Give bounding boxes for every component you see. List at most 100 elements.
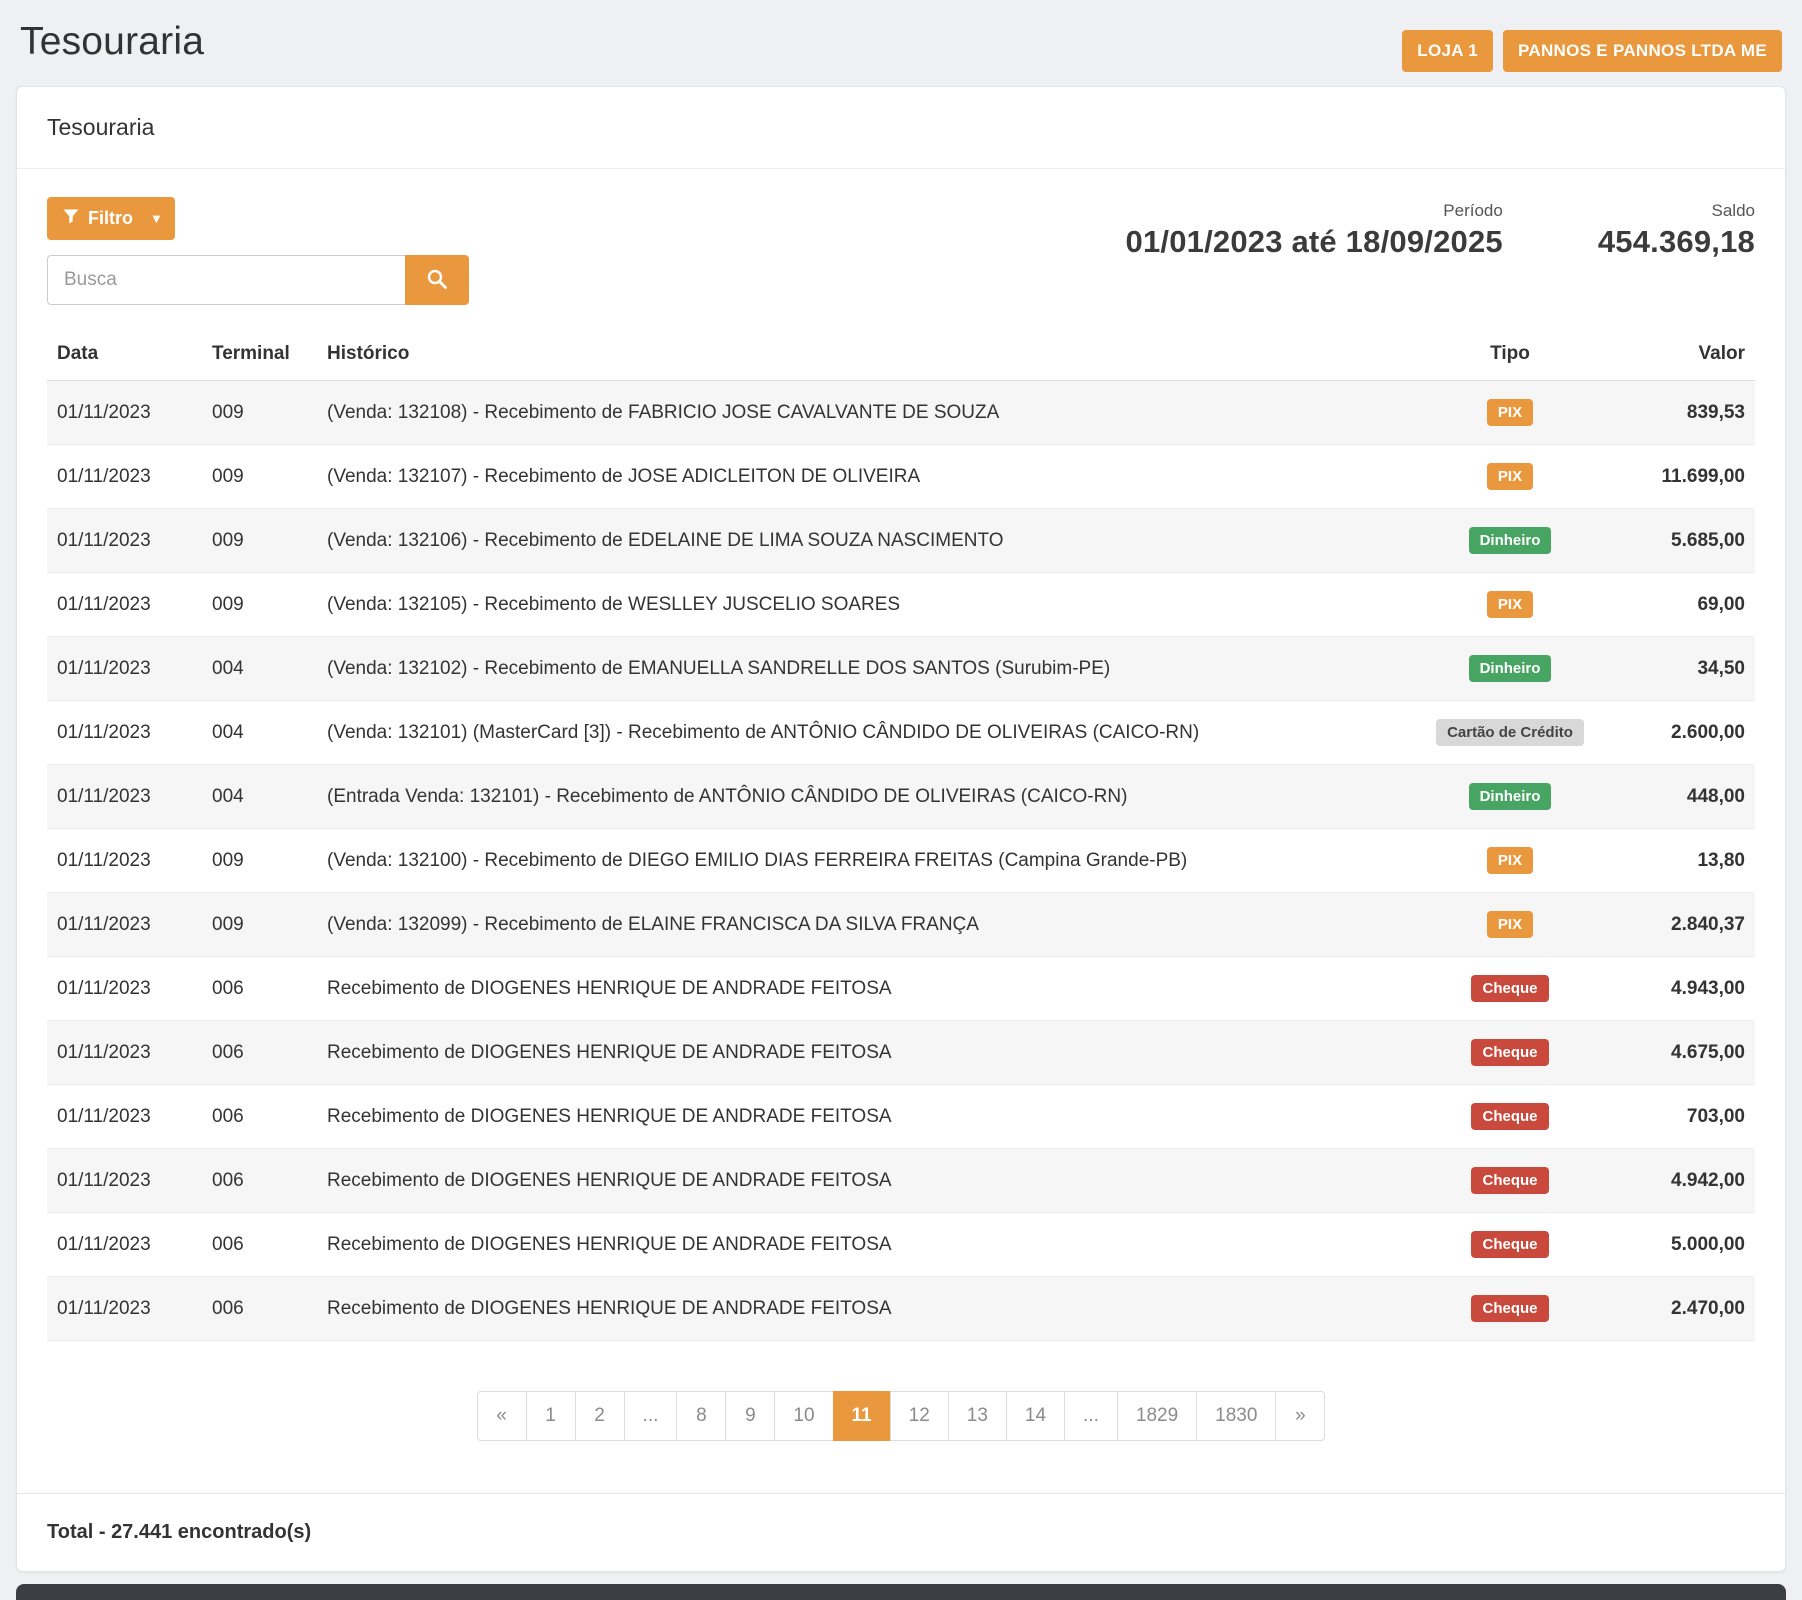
total-count: Total - 27.441 encontrado(s)	[17, 1493, 1785, 1571]
cell-historico: (Entrada Venda: 132101) - Recebimento de…	[317, 765, 1405, 829]
page-button[interactable]: 1	[526, 1391, 576, 1441]
column-header-tipo: Tipo	[1405, 327, 1615, 381]
search-button[interactable]	[405, 255, 469, 305]
table-header-row: Data Terminal Histórico Tipo Valor	[47, 327, 1755, 381]
table-row: 01/11/2023009(Venda: 132106) - Recebimen…	[47, 509, 1755, 573]
cell-valor: 839,53	[1615, 381, 1755, 445]
cell-tipo: PIX	[1405, 893, 1615, 957]
cell-data: 01/11/2023	[47, 701, 202, 765]
cell-tipo: Cheque	[1405, 957, 1615, 1021]
cell-tipo: PIX	[1405, 381, 1615, 445]
summary-stats: Período 01/01/2023 até 18/09/2025 Saldo …	[1126, 201, 1756, 305]
cell-data: 01/11/2023	[47, 1149, 202, 1213]
cell-tipo: Cheque	[1405, 1149, 1615, 1213]
cell-data: 01/11/2023	[47, 573, 202, 637]
search-icon	[426, 268, 448, 293]
page-prev-button[interactable]: «	[477, 1391, 527, 1441]
cell-valor: 4.942,00	[1615, 1149, 1755, 1213]
cell-terminal: 004	[202, 765, 317, 829]
cell-valor: 703,00	[1615, 1085, 1755, 1149]
tipo-badge: Cheque	[1471, 1167, 1548, 1194]
cell-terminal: 009	[202, 829, 317, 893]
store-button[interactable]: LOJA 1	[1402, 30, 1493, 72]
page-button[interactable]: 10	[774, 1391, 833, 1441]
cell-data: 01/11/2023	[47, 1021, 202, 1085]
cell-valor: 13,80	[1615, 829, 1755, 893]
filter-button[interactable]: Filtro ▼	[47, 197, 175, 240]
cell-tipo: Dinheiro	[1405, 637, 1615, 701]
tipo-badge: PIX	[1487, 847, 1533, 874]
column-header-valor: Valor	[1615, 327, 1755, 381]
cell-terminal: 006	[202, 1277, 317, 1341]
page-button[interactable]: 13	[948, 1391, 1007, 1441]
cell-tipo: Cheque	[1405, 1213, 1615, 1277]
cell-terminal: 009	[202, 445, 317, 509]
cell-valor: 34,50	[1615, 637, 1755, 701]
cell-historico: (Venda: 132105) - Recebimento de WESLLEY…	[317, 573, 1405, 637]
cell-terminal: 006	[202, 1085, 317, 1149]
table-row: 01/11/2023006Recebimento de DIOGENES HEN…	[47, 957, 1755, 1021]
cell-data: 01/11/2023	[47, 509, 202, 573]
cell-tipo: Cheque	[1405, 1021, 1615, 1085]
page-button[interactable]: 11	[833, 1391, 891, 1441]
cell-terminal: 004	[202, 701, 317, 765]
cell-data: 01/11/2023	[47, 893, 202, 957]
cell-historico: Recebimento de DIOGENES HENRIQUE DE ANDR…	[317, 1277, 1405, 1341]
top-header: Tesouraria LOJA 1 PANNOS E PANNOS LTDA M…	[16, 14, 1786, 86]
page-next-button[interactable]: »	[1275, 1391, 1325, 1441]
page-button[interactable]: 9	[725, 1391, 775, 1441]
cell-valor: 2.600,00	[1615, 701, 1755, 765]
page-ellipsis: ...	[624, 1391, 678, 1441]
cell-tipo: Cartão de Crédito	[1405, 701, 1615, 765]
cell-valor: 4.675,00	[1615, 1021, 1755, 1085]
cell-historico: (Venda: 132106) - Recebimento de EDELAIN…	[317, 509, 1405, 573]
search-group	[47, 255, 469, 305]
cell-data: 01/11/2023	[47, 1085, 202, 1149]
cell-data: 01/11/2023	[47, 637, 202, 701]
table-row: 01/11/2023006Recebimento de DIOGENES HEN…	[47, 1021, 1755, 1085]
search-input[interactable]	[47, 255, 405, 305]
page-button[interactable]: 1830	[1196, 1391, 1276, 1441]
period-label: Período	[1126, 201, 1503, 221]
tipo-badge: Dinheiro	[1469, 655, 1552, 682]
pagination: «12...891011121314...18291830»	[47, 1391, 1755, 1441]
cell-historico: (Venda: 132108) - Recebimento de FABRICI…	[317, 381, 1405, 445]
table-row: 01/11/2023004(Venda: 132102) - Recebimen…	[47, 637, 1755, 701]
tipo-badge: Cheque	[1471, 1231, 1548, 1258]
saldo-label: Saldo	[1598, 201, 1755, 221]
page-button[interactable]: 2	[575, 1391, 625, 1441]
table-row: 01/11/2023009(Venda: 132105) - Recebimen…	[47, 573, 1755, 637]
page-button[interactable]: 1829	[1117, 1391, 1197, 1441]
tipo-badge: Cartão de Crédito	[1436, 719, 1584, 746]
period-stat: Período 01/01/2023 até 18/09/2025	[1126, 201, 1503, 260]
cell-historico: Recebimento de DIOGENES HENRIQUE DE ANDR…	[317, 1021, 1405, 1085]
cell-valor: 11.699,00	[1615, 445, 1755, 509]
company-button[interactable]: PANNOS E PANNOS LTDA ME	[1503, 30, 1782, 72]
cell-data: 01/11/2023	[47, 381, 202, 445]
column-header-terminal: Terminal	[202, 327, 317, 381]
column-header-historico: Histórico	[317, 327, 1405, 381]
table-wrap: Data Terminal Histórico Tipo Valor 01/11…	[17, 311, 1785, 1441]
tipo-badge: Dinheiro	[1469, 527, 1552, 554]
cell-valor: 2.470,00	[1615, 1277, 1755, 1341]
tipo-badge: PIX	[1487, 463, 1533, 490]
chevron-down-icon: ▼	[150, 211, 163, 226]
cell-terminal: 009	[202, 573, 317, 637]
tipo-badge: Cheque	[1471, 1295, 1548, 1322]
filter-icon	[63, 208, 79, 229]
tipo-badge: PIX	[1487, 591, 1533, 618]
page-button[interactable]: 8	[676, 1391, 726, 1441]
cell-historico: Recebimento de DIOGENES HENRIQUE DE ANDR…	[317, 1213, 1405, 1277]
tipo-badge: Cheque	[1471, 1039, 1548, 1066]
page-button[interactable]: 12	[890, 1391, 949, 1441]
table-row: 01/11/2023004(Venda: 132101) (MasterCard…	[47, 701, 1755, 765]
page-button[interactable]: 14	[1006, 1391, 1065, 1441]
cell-terminal: 006	[202, 1149, 317, 1213]
column-header-data: Data	[47, 327, 202, 381]
filter-button-label: Filtro	[88, 208, 133, 229]
cell-valor: 69,00	[1615, 573, 1755, 637]
cell-terminal: 009	[202, 381, 317, 445]
table-row: 01/11/2023006Recebimento de DIOGENES HEN…	[47, 1213, 1755, 1277]
cell-terminal: 004	[202, 637, 317, 701]
cell-historico: (Venda: 132102) - Recebimento de EMANUEL…	[317, 637, 1405, 701]
